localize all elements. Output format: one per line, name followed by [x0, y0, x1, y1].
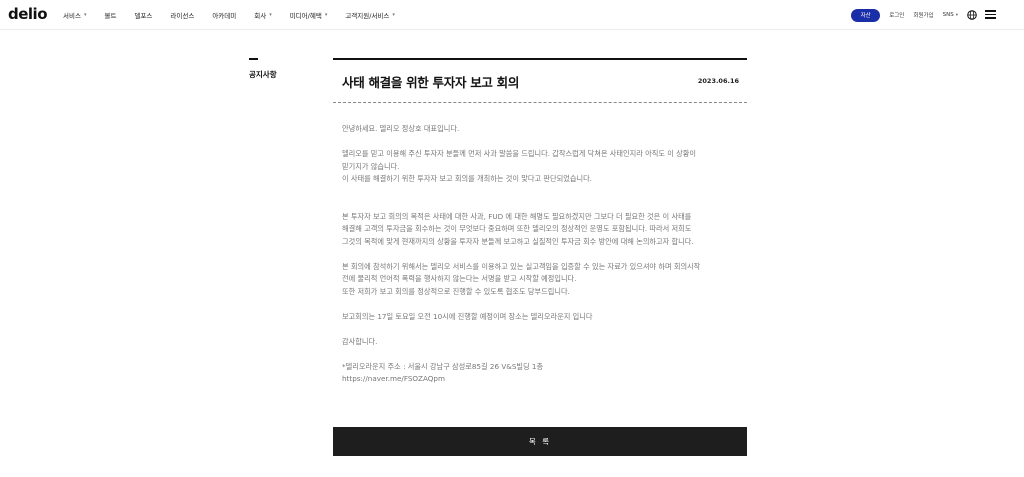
signup-link[interactable]: 회원가입	[913, 11, 933, 19]
article-paragraph: 델리오를 믿고 이용해 주신 투자자 분들께 먼저 사과 말씀을 드립니다. 갑…	[342, 149, 696, 183]
globe-icon[interactable]	[967, 10, 977, 20]
main-nav: 서비스 ▾ 볼트 델포스 라이선스 아카데미 회사 ▾ 미디어/혜택 ▾ 고객지원/서…	[63, 0, 413, 30]
nav-item-academy[interactable]: 아카데미	[212, 10, 236, 20]
nav-item-media[interactable]: 미디어/혜택 ▾	[290, 10, 328, 20]
nav-item-company[interactable]: 회사 ▾	[254, 10, 271, 20]
article-paragraph: *델리오라운지 주소 : 서울시 강남구 삼성로85길 26 V&S빌딩 1층 …	[342, 361, 544, 384]
delio-logo[interactable]: delio	[8, 5, 48, 23]
nav-item-license[interactable]: 라이선스	[170, 10, 194, 20]
article-paragraph: 본 투자자 보고 회의의 목적은 사태에 대한 사과, FUD 에 대한 해명도…	[342, 211, 694, 246]
nav-item-services[interactable]: 서비스 ▾	[63, 10, 86, 20]
chevron-down-icon: ▾	[324, 12, 328, 18]
chevron-down-icon: ▾	[83, 12, 87, 18]
article-paragraph: 감사합니다.	[342, 336, 378, 346]
nav-item-support[interactable]: 고객지원/서비스 ▾	[345, 10, 395, 20]
article-body: 안녕하세요. 델리오 정상호 대표입니다. 델리오를 믿고 이용해 주신 투자자…	[333, 103, 738, 386]
top-header: delio 서비스 ▾ 볼트 델포스 라이선스 아카데미 회사 ▾ 미디어/혜택 ▾ …	[0, 0, 1024, 30]
sns-dropdown[interactable]: SNS ▾	[943, 12, 958, 18]
article-header: 사태 해결을 위한 투자자 보고 회의 2023.06.16	[333, 60, 747, 103]
chevron-down-icon: ▾	[392, 12, 395, 18]
notice-article: 사태 해결을 위한 투자자 보고 회의 2023.06.16 안녕하세요. 델리…	[333, 58, 747, 398]
nav-item-vault[interactable]: 볼트	[104, 10, 116, 20]
article-title: 사태 해결을 위한 투자자 보고 회의	[342, 74, 520, 90]
article-paragraph: 본 회의에 참석하기 위해서는 델리오 서비스를 이용하고 있는 실고객임을 입…	[342, 261, 701, 296]
hamburger-menu-icon[interactable]	[985, 10, 996, 19]
article-paragraph: 보고회의는 17일 토요일 오전 10시에 진행할 예정이며 장소는 델리오라운…	[342, 311, 593, 321]
sidebar-title: 공지사항	[249, 70, 277, 79]
assets-button[interactable]: 자산	[851, 8, 881, 22]
back-to-list-button[interactable]: 목 록	[333, 427, 747, 456]
chevron-down-icon: ▾	[955, 12, 958, 18]
nav-item-delforce[interactable]: 델포스	[134, 10, 152, 20]
sidebar-accent-bar	[249, 58, 258, 60]
article-paragraph: 안녕하세요. 델리오 정상호 대표입니다.	[342, 124, 460, 133]
login-link[interactable]: 로그인	[889, 11, 904, 19]
header-tools: 자산 로그인 회원가입 SNS ▾	[851, 0, 986, 30]
article-date: 2023.06.16	[697, 77, 739, 85]
chevron-down-icon: ▾	[269, 12, 272, 18]
